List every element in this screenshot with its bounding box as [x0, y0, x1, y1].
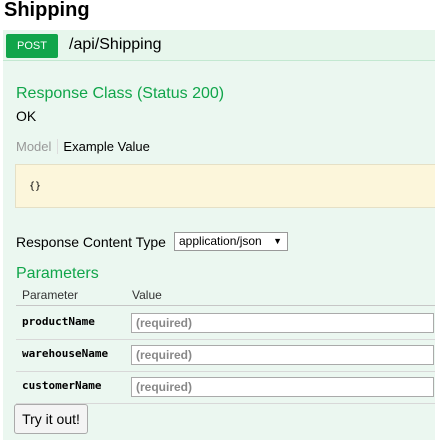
table-row: customerName (required): [16, 371, 435, 403]
parameters-heading: Parameters: [16, 265, 99, 282]
model-tabs: Model Example Value: [16, 139, 150, 154]
response-class-heading: Response Class (Status 200): [16, 85, 225, 102]
table-row: productName (required): [16, 307, 435, 339]
section-title[interactable]: Shipping: [4, 0, 90, 22]
param-name: customerName: [22, 379, 102, 392]
tab-example-value[interactable]: Example Value: [58, 139, 149, 154]
param-input-productName[interactable]: (required): [131, 313, 434, 333]
method-badge[interactable]: POST: [6, 34, 58, 58]
table-row: warehouseName (required): [16, 339, 435, 371]
param-input-warehouseName[interactable]: (required): [131, 345, 434, 365]
try-it-out-button[interactable]: Try it out!: [14, 404, 88, 434]
content-type-selected: application/json: [179, 234, 262, 248]
column-header-parameter: Parameter: [22, 288, 79, 302]
header-divider: [16, 305, 435, 306]
example-value-box[interactable]: {}: [15, 164, 435, 208]
param-name: warehouseName: [22, 347, 109, 360]
param-name: productName: [22, 315, 95, 328]
tab-model[interactable]: Model: [16, 139, 59, 154]
param-input-customerName[interactable]: (required): [131, 377, 434, 397]
operation-header[interactable]: POST /api/Shipping: [3, 30, 435, 61]
content-type-label: Response Content Type: [16, 234, 166, 250]
content-type-select[interactable]: application/json ▼: [174, 232, 288, 251]
dropdown-arrow-icon: ▼: [273, 236, 282, 246]
example-value-text: {}: [29, 181, 42, 192]
operation-path[interactable]: /api/Shipping: [69, 36, 162, 54]
response-status-text: OK: [16, 108, 37, 124]
column-header-value: Value: [132, 288, 162, 302]
operation-body: Response Class (Status 200) OK Model Exam…: [3, 61, 435, 440]
